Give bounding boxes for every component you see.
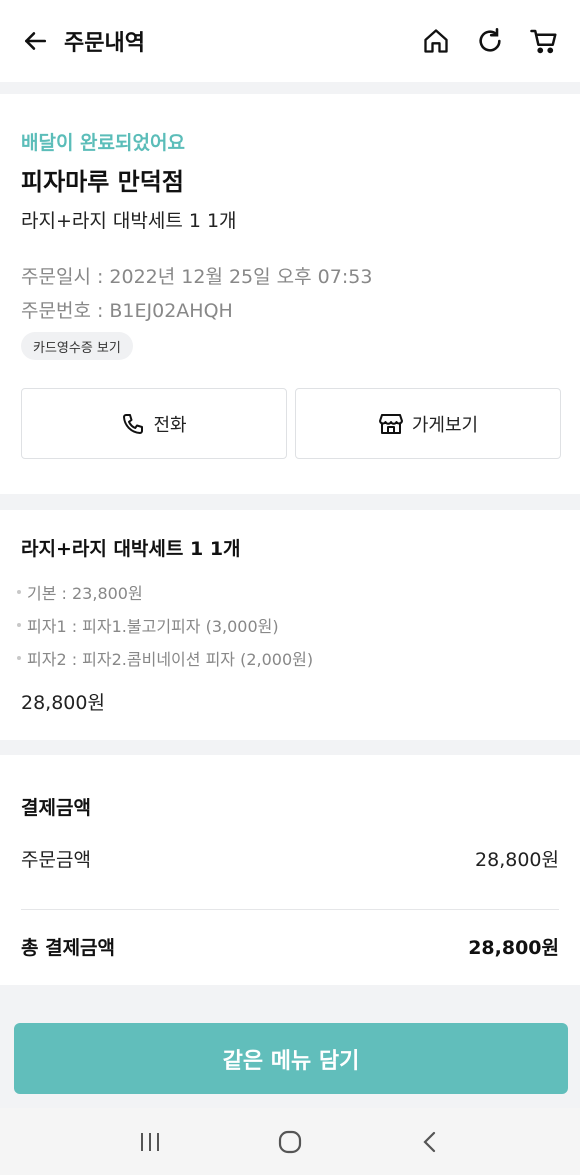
store-action-row: 전화 가게보기 [21, 388, 561, 459]
order-date: 주문일시 : 2022년 12월 25일 오후 07:53 [21, 266, 373, 288]
view-store-label: 가게보기 [411, 414, 479, 436]
order-number: 주문번호 : B1EJ02AHQH [21, 300, 233, 322]
menu-price: 28,800원 [21, 692, 105, 714]
home-circle-icon [278, 1130, 302, 1153]
home-button[interactable] [420, 25, 452, 57]
reorder-same-menu-button[interactable]: 같은 메뉴 담기 [14, 1023, 568, 1094]
bullet-dot [17, 590, 21, 594]
order-amount-row: 주문금액 28,800원 [21, 845, 559, 872]
phone-icon [123, 413, 144, 434]
total-amount-label: 총 결제금액 [21, 937, 116, 959]
chevron-left-icon [423, 1131, 436, 1152]
bullet-dot [17, 623, 21, 627]
bullet-dot [17, 656, 21, 660]
home-icon [424, 29, 448, 53]
call-label: 전화 [153, 414, 187, 436]
cart-button[interactable] [528, 25, 560, 57]
menu-option: 피자2 : 피자2.콤비네이션 피자 (2,000원) [17, 646, 313, 670]
recent-apps-button[interactable] [130, 1122, 170, 1162]
system-nav-bar [0, 1108, 580, 1175]
order-summary-card: 배달이 완료되었어요 피자마루 만덕점 라지+라지 대박세트 1 1개 주문일시… [0, 94, 580, 494]
back-nav-button[interactable] [410, 1122, 450, 1162]
payment-card: 결제금액 주문금액 28,800원 총 결제금액 28,800원 [0, 755, 580, 985]
card-receipt-button[interactable]: 카드영수증 보기 [21, 332, 133, 360]
total-amount-row: 총 결제금액 28,800원 [21, 933, 559, 960]
refresh-icon [479, 28, 501, 52]
menu-option: 기본 : 23,800원 [17, 580, 143, 604]
top-app-bar: 주문내역 [0, 0, 580, 82]
order-amount-label: 주문금액 [21, 849, 91, 871]
delivery-status: 배달이 완료되었어요 [21, 132, 185, 154]
menu-option-text: 피자2 : 피자2.콤비네이션 피자 (2,000원) [27, 650, 314, 669]
page-title: 주문내역 [64, 31, 145, 56]
refresh-button[interactable] [474, 25, 506, 57]
call-button[interactable]: 전화 [21, 388, 287, 459]
back-button[interactable] [20, 26, 50, 56]
total-amount-value: 28,800원 [468, 937, 559, 959]
menu-option-text: 피자1 : 피자1.불고기피자 (3,000원) [27, 617, 279, 636]
store-name: 피자마루 만덕점 [21, 168, 184, 196]
order-summary: 라지+라지 대박세트 1 1개 [21, 210, 237, 232]
menu-option-text: 기본 : 23,800원 [27, 584, 143, 603]
payment-title: 결제금액 [21, 797, 91, 819]
recent-apps-icon [141, 1132, 159, 1151]
menu-title: 라지+라지 대박세트 1 1개 [21, 538, 241, 560]
store-icon [378, 413, 403, 434]
home-nav-button[interactable] [270, 1122, 310, 1162]
divider [21, 909, 559, 910]
header-actions [420, 25, 560, 57]
back-arrow-icon [25, 32, 47, 50]
view-store-button[interactable]: 가게보기 [295, 388, 561, 459]
order-amount-value: 28,800원 [475, 849, 559, 871]
menu-detail-card: 라지+라지 대박세트 1 1개 기본 : 23,800원 피자1 : 피자1.불… [0, 510, 580, 740]
cart-icon [530, 29, 557, 54]
menu-option: 피자1 : 피자1.불고기피자 (3,000원) [17, 613, 279, 637]
